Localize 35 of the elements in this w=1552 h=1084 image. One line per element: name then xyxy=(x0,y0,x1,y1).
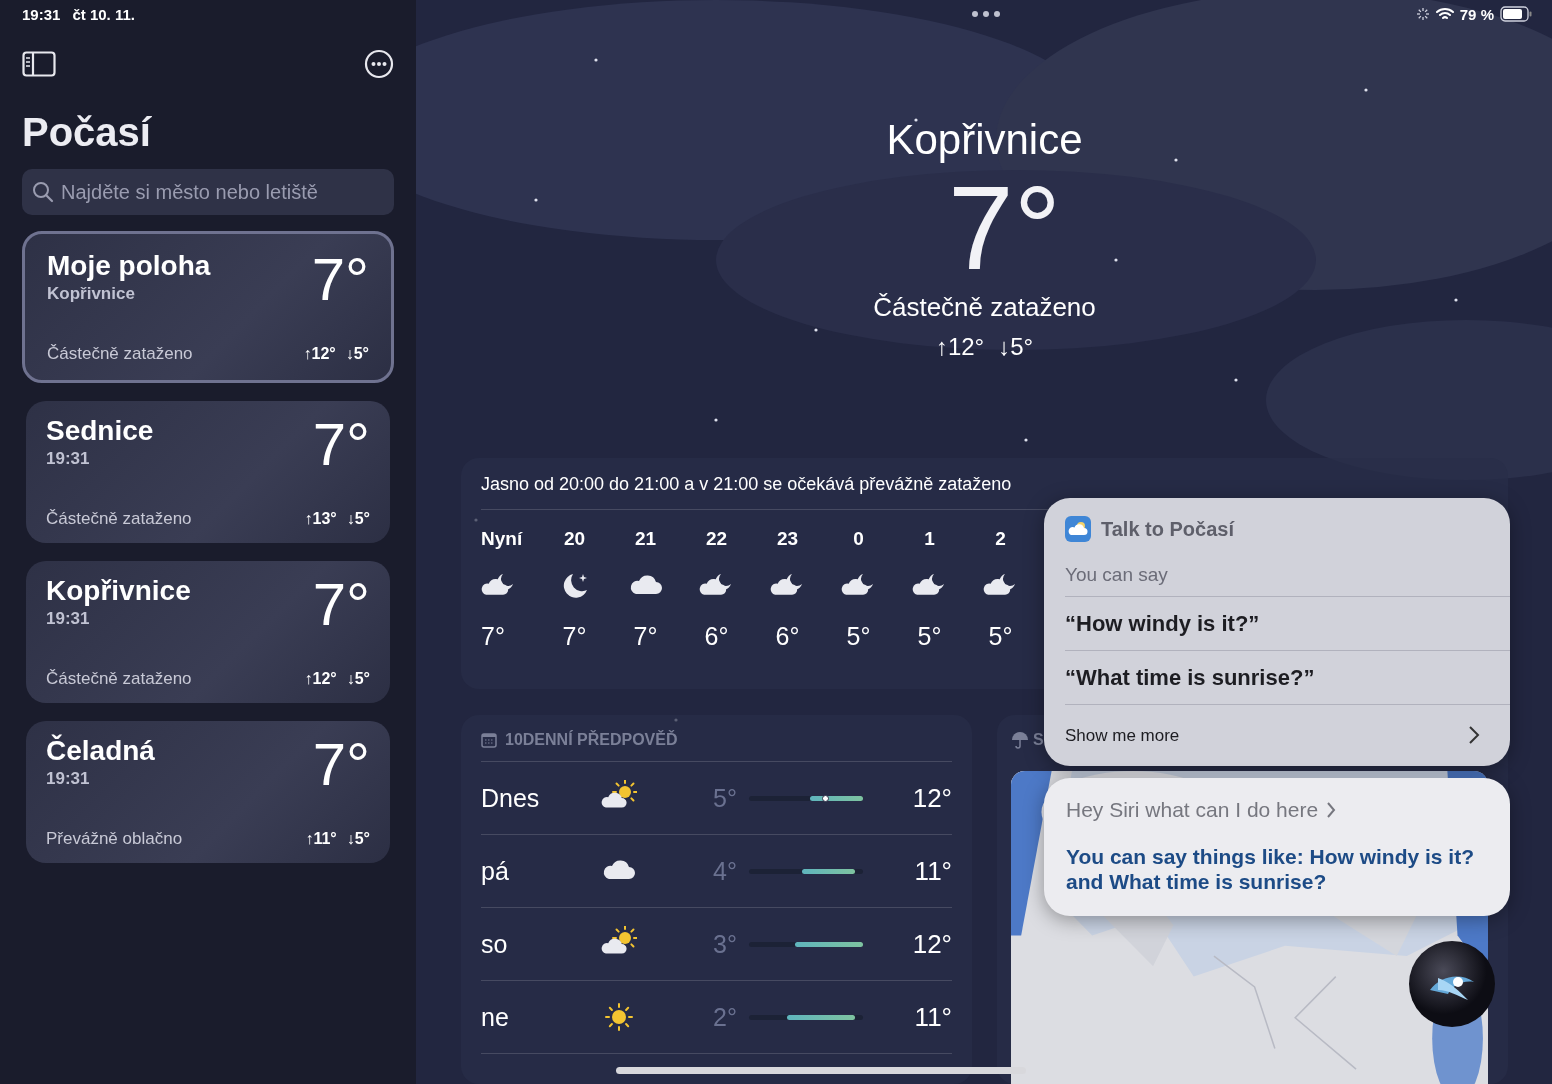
location-card[interactable]: Čeladná 19:31 7° Převážně oblačno ↑11° ↓5° xyxy=(26,721,390,863)
high-temperature: ↑13° xyxy=(304,510,337,529)
location-temperature: 7° xyxy=(312,415,370,475)
high-temperature: ↑11° xyxy=(305,830,337,849)
status-time: 19:31 xyxy=(22,6,61,24)
location-card[interactable]: Moje poloha Kopřivnice 7° Částečně zataženo ↑12° ↓5° xyxy=(22,231,394,383)
search-field[interactable]: Najděte si město nebo letiště xyxy=(22,169,394,215)
low-temperature: ↓5° xyxy=(345,345,369,364)
location-temperature: 7° xyxy=(311,250,369,310)
location-condition: Převážně oblačno xyxy=(46,829,183,849)
status-date: čt 10. 11. xyxy=(72,6,135,24)
sidebar-toggle-icon[interactable] xyxy=(22,51,56,77)
location-temperature: 7° xyxy=(312,735,370,795)
high-temperature: ↑12° xyxy=(304,670,337,689)
location-subtitle: 19:31 xyxy=(46,609,91,629)
location-temperature: 7° xyxy=(312,575,370,635)
location-name: Čeladná xyxy=(46,735,155,768)
location-card[interactable]: Kopřivnice 19:31 7° Částečně zataženo ↑12° ↓5° xyxy=(26,561,390,703)
search-icon xyxy=(32,181,54,203)
low-temperature: ↓5° xyxy=(346,830,370,849)
low-temperature: ↓5° xyxy=(346,670,370,689)
location-condition: Částečně zataženo xyxy=(46,669,192,689)
app-title: Počasí xyxy=(22,110,153,155)
location-card[interactable]: Sednice 19:31 7° Částečně zataženo ↑13° ↓5° xyxy=(26,401,390,543)
location-subtitle: 19:31 xyxy=(46,449,91,469)
location-condition: Částečně zataženo xyxy=(46,509,192,529)
location-subtitle: Kopřivnice xyxy=(47,284,136,304)
location-condition: Částečně zataženo xyxy=(47,344,193,364)
low-temperature: ↓5° xyxy=(346,510,370,529)
more-options-icon[interactable] xyxy=(364,49,394,79)
location-name: Moje poloha xyxy=(47,250,211,283)
location-name: Sednice xyxy=(46,415,154,448)
high-temperature: ↑12° xyxy=(303,345,336,364)
location-name: Kopřivnice xyxy=(46,575,191,608)
location-subtitle: 19:31 xyxy=(46,769,91,789)
